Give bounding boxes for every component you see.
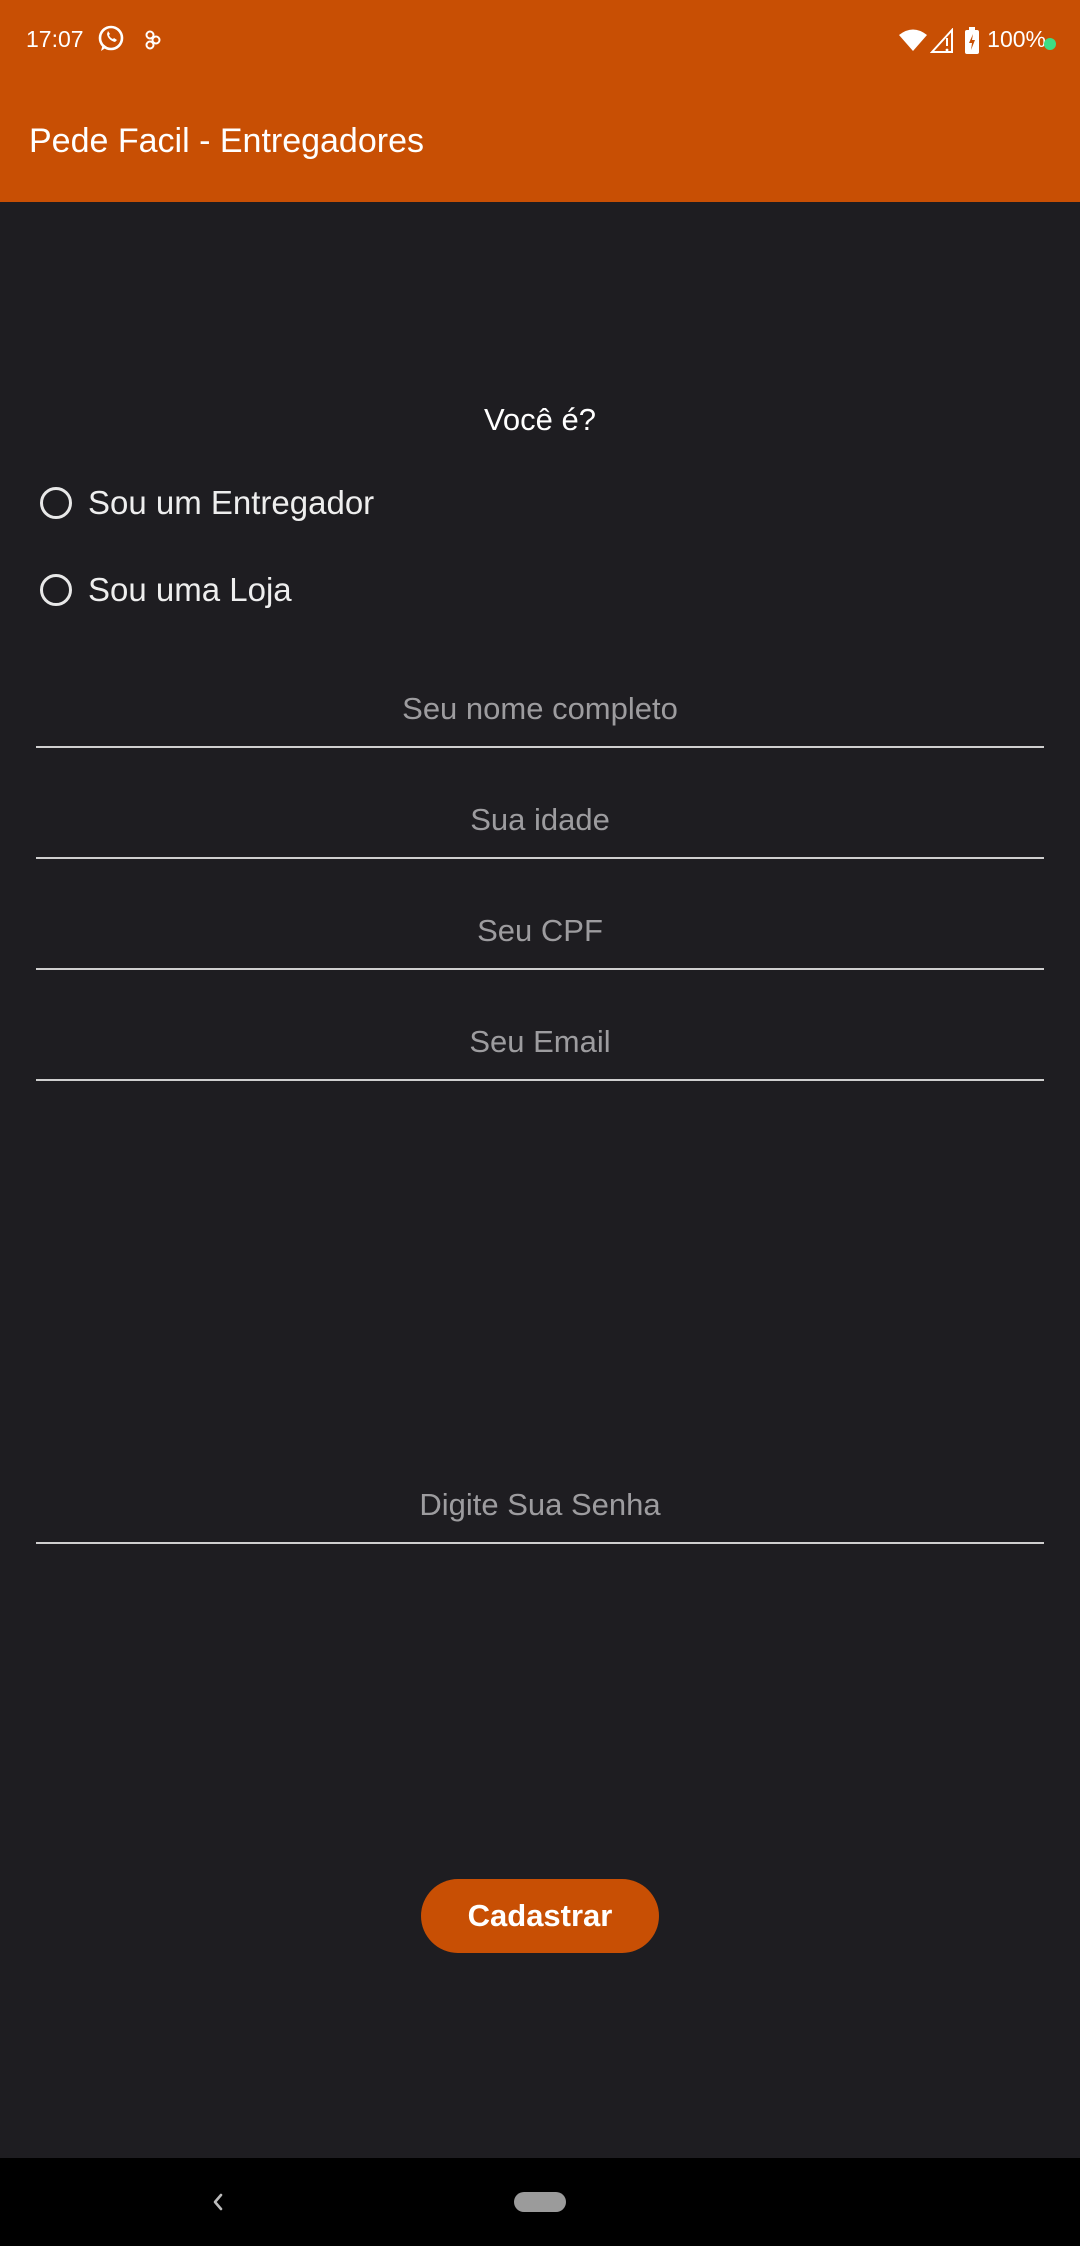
back-icon[interactable] bbox=[208, 2190, 228, 2219]
app-title: Pede Facil - Entregadores bbox=[29, 122, 424, 160]
password-field-container bbox=[36, 1472, 1044, 1544]
notification-icon bbox=[144, 30, 162, 55]
whatsapp-icon bbox=[96, 24, 126, 59]
battery-icon bbox=[964, 27, 980, 60]
email-field-container bbox=[36, 1009, 1044, 1081]
radio-button-icon[interactable] bbox=[40, 574, 72, 606]
email-field[interactable] bbox=[36, 1009, 1044, 1075]
status-bar: 17:07 100% bbox=[0, 0, 1080, 84]
cpf-field[interactable] bbox=[36, 898, 1044, 964]
radio-option-store[interactable]: Sou uma Loja bbox=[38, 560, 292, 620]
radio-option-courier[interactable]: Sou um Entregador bbox=[38, 473, 374, 533]
app-bar: Pede Facil - Entregadores bbox=[0, 84, 1080, 202]
name-field-container bbox=[36, 676, 1044, 748]
radio-option-label: Sou uma Loja bbox=[88, 571, 292, 608]
age-field[interactable] bbox=[36, 787, 1044, 853]
battery-percent: 100% bbox=[987, 26, 1046, 52]
name-field[interactable] bbox=[36, 676, 1044, 742]
wifi-icon bbox=[898, 28, 928, 57]
navigation-bar bbox=[0, 2158, 1080, 2246]
signal-icon bbox=[929, 27, 954, 59]
radio-option-label: Sou um Entregador bbox=[88, 484, 375, 521]
status-time: 17:07 bbox=[26, 26, 84, 52]
password-field[interactable] bbox=[36, 1472, 1044, 1538]
register-button[interactable]: Cadastrar bbox=[421, 1879, 659, 1953]
role-question: Você é? bbox=[483, 402, 597, 437]
age-field-container bbox=[36, 787, 1044, 859]
battery-status-dot bbox=[1044, 38, 1056, 50]
cpf-field-container bbox=[36, 898, 1044, 970]
radio-button-icon[interactable] bbox=[40, 487, 72, 519]
home-pill-icon[interactable] bbox=[514, 2192, 566, 2212]
